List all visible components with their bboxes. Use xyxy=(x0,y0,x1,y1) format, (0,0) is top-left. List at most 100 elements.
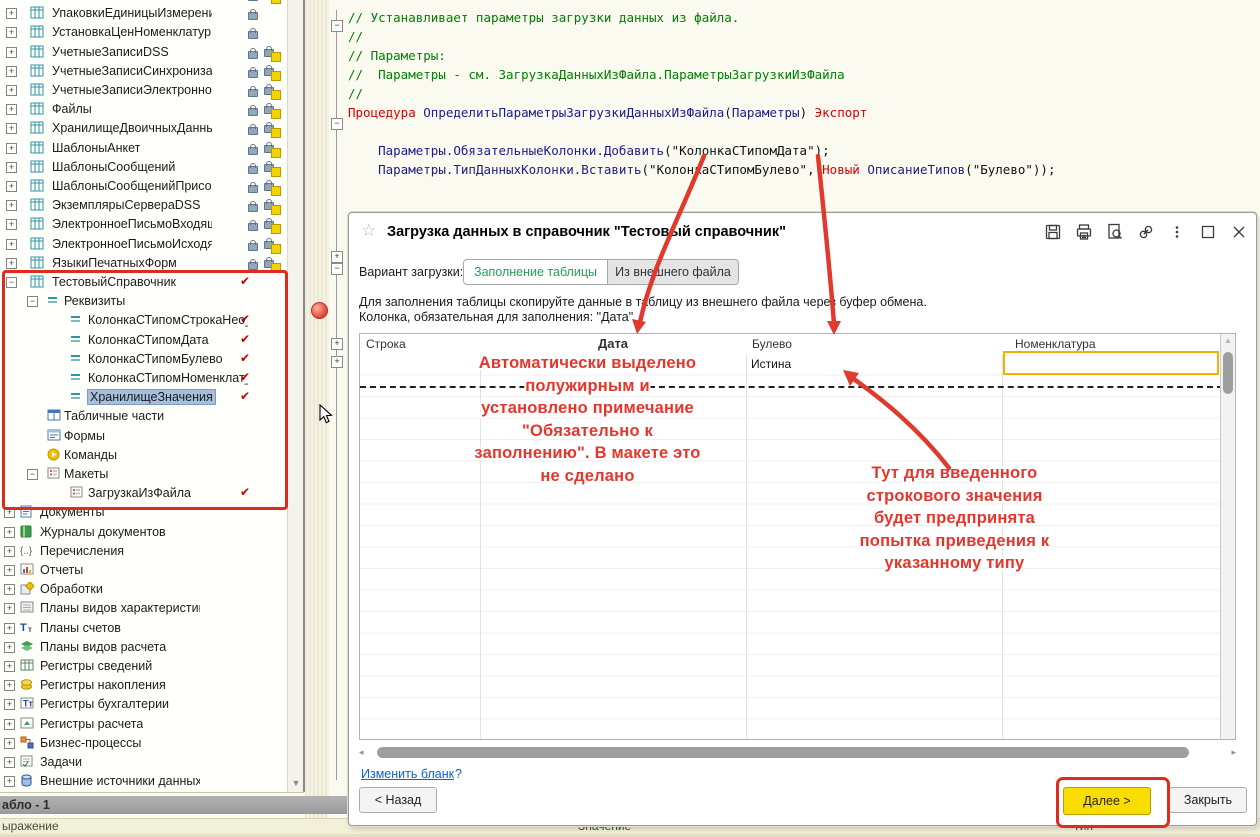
tree-item[interactable]: КолонкаСТипомДата✔ xyxy=(0,331,304,350)
tree-item[interactable]: + ЯзыкиПечатныхФорм xyxy=(0,254,304,273)
tree-item-label[interactable]: Внешние источники данных xyxy=(40,774,200,788)
tree-item-label[interactable]: ЯзыкиПечатныхФорм xyxy=(52,256,177,270)
maximize-icon[interactable] xyxy=(1199,223,1217,241)
tree-item-label[interactable]: ЭкземплярыСервераDSS xyxy=(52,198,201,212)
edit-form-link[interactable]: Изменить бланк xyxy=(361,767,454,781)
tree-item-label[interactable]: УпаковкиЕдиницыИзмерения xyxy=(52,6,212,20)
tree-item-label[interactable]: Обработки xyxy=(40,582,103,596)
tree-item-label[interactable]: Бизнес-процессы xyxy=(40,736,141,750)
expand-icon[interactable]: + xyxy=(6,239,17,250)
code-editor[interactable]: // Устанавливает параметры загрузки данн… xyxy=(345,0,1260,212)
tree-item-label[interactable]: Регистры накопления xyxy=(40,678,166,692)
tree-item[interactable]: +УчетныеЗаписиСинхронизацииФа_ xyxy=(0,62,304,81)
fold-collapse-icon[interactable]: − xyxy=(331,118,343,130)
tree-item-label[interactable]: Регистры сведений xyxy=(40,659,152,673)
tree-item-label[interactable]: ТестовыйСправочник xyxy=(52,275,176,289)
tree-item[interactable]: +Задачи xyxy=(0,753,304,772)
tree-scrollbar[interactable]: ▼ xyxy=(287,0,304,792)
tree-item-label[interactable]: Макеты xyxy=(64,467,108,481)
expand-icon[interactable]: + xyxy=(6,47,17,58)
tree-item-label[interactable]: УчетныеЗаписиDSS xyxy=(52,45,169,59)
tree-item[interactable]: −ТестовыйСправочник✔ xyxy=(0,273,304,292)
collapse-icon[interactable]: − xyxy=(6,277,17,288)
tree-item[interactable]: ХранилищеЗначения✔ xyxy=(0,388,304,407)
tree-item-label[interactable]: КолонкаСТипомБулево xyxy=(88,352,223,366)
expand-icon[interactable]: + xyxy=(6,258,17,269)
expand-icon[interactable]: + xyxy=(6,123,17,134)
tree-item-label[interactable]: Задачи xyxy=(40,755,82,769)
close-button[interactable]: Закрыть xyxy=(1169,787,1247,813)
tree-item[interactable]: −Реквизиты xyxy=(0,292,304,311)
tree-item-label[interactable]: ХранилищеЗначения xyxy=(88,390,215,404)
tree-item-label[interactable]: ЗагрузкаИзФайла xyxy=(88,486,191,500)
tree-item[interactable]: +Планы видов характеристик xyxy=(0,599,304,618)
help-link[interactable]: ? xyxy=(455,767,462,781)
fold-expand-icon[interactable]: + xyxy=(331,338,343,350)
horizontal-scroll-thumb[interactable] xyxy=(377,747,1189,758)
tree-item[interactable]: +ЭкземплярыСервераDSS xyxy=(0,196,304,215)
scroll-left-icon[interactable]: ◂ xyxy=(359,747,364,758)
tree-item[interactable]: Команды xyxy=(0,446,304,465)
tree-item[interactable]: +Файлы xyxy=(0,100,304,119)
expand-icon[interactable]: + xyxy=(6,104,17,115)
fold-expand-icon[interactable]: + xyxy=(331,356,343,368)
expand-icon[interactable]: + xyxy=(4,623,15,634)
tree-item-label[interactable]: УчетныеЗаписиСинхронизацииФа_ xyxy=(52,64,212,78)
tree-item[interactable]: +{..}Перечисления xyxy=(0,542,304,561)
tree-item-label[interactable]: УчетныеЗаписиЭлектроннойПочты xyxy=(52,83,212,97)
tree-item[interactable]: − Макеты xyxy=(0,465,304,484)
expand-icon[interactable]: + xyxy=(4,527,15,538)
expand-icon[interactable]: + xyxy=(6,8,17,19)
expand-icon[interactable]: + xyxy=(4,642,15,653)
tree-item-label[interactable]: КолонкаСТипомНоменклат_ xyxy=(88,371,248,385)
tree-item[interactable]: +ШаблоныСообщений xyxy=(0,158,304,177)
tree-item[interactable]: + УчетныеЗаписиDSS xyxy=(0,43,304,62)
collapse-icon[interactable]: − xyxy=(27,469,38,480)
tree-item[interactable]: + УпаковкиЕдиницыИзмерения xyxy=(0,4,304,23)
tree-item[interactable]: Формы xyxy=(0,427,304,446)
link-icon[interactable] xyxy=(1137,223,1155,241)
fold-expand-icon[interactable]: + xyxy=(331,251,343,263)
next-button[interactable]: Далее > xyxy=(1063,787,1151,815)
tree-item[interactable]: +Регистры расчета xyxy=(0,715,304,734)
expand-icon[interactable]: + xyxy=(4,546,15,557)
tree-item-label[interactable]: Табличные части xyxy=(64,409,164,423)
fold-collapse-icon[interactable]: − xyxy=(331,20,343,32)
preview-icon[interactable] xyxy=(1106,223,1124,241)
tree-item-label[interactable]: ШаблоныАнкет xyxy=(52,141,140,155)
tree-item-label[interactable]: ШаблоныСообщенийПрисоединенн_ xyxy=(52,179,212,193)
expand-icon[interactable]: + xyxy=(4,776,15,787)
tree-item-label[interactable]: Регистры бухгалтерии xyxy=(40,697,169,711)
save-icon[interactable] xyxy=(1044,223,1062,241)
tree-item-label[interactable]: Планы видов характеристик xyxy=(40,601,200,615)
scroll-up-icon[interactable]: ▲ xyxy=(1221,334,1235,348)
tree-item[interactable]: +ТтРегистры бухгалтерии xyxy=(0,695,304,714)
tree-item[interactable]: +Отчеты xyxy=(0,561,304,580)
tree-item[interactable]: +ЭлектронноеПисьмоВходящееПри_ xyxy=(0,215,304,234)
tree-item[interactable]: +Обработки xyxy=(0,580,304,599)
active-cell[interactable] xyxy=(1003,351,1219,375)
breakpoint-icon[interactable] xyxy=(311,302,328,319)
tree-item[interactable]: + ШаблоныСообщенийПрисоединенн_ xyxy=(0,177,304,196)
tree-item[interactable]: +ШаблоныАнкет xyxy=(0,139,304,158)
expand-icon[interactable]: + xyxy=(6,162,17,173)
tree-item[interactable]: Табличные части xyxy=(0,407,304,426)
tree-item-label[interactable]: Команды xyxy=(64,448,117,462)
expand-icon[interactable]: + xyxy=(4,661,15,672)
tree-item[interactable]: +ЭлектронноеПисьмоИсходящееПр_ xyxy=(0,235,304,254)
vertical-scroll-thumb[interactable] xyxy=(1223,352,1233,394)
scroll-down-icon[interactable]: ▼ xyxy=(288,776,304,790)
print-icon[interactable] xyxy=(1075,223,1093,241)
cell-boolean-value[interactable]: Истина xyxy=(751,357,791,371)
expand-icon[interactable]: + xyxy=(4,507,15,518)
tree-item-label[interactable]: Формы xyxy=(64,429,105,443)
tree-item-label[interactable]: Отчеты xyxy=(40,563,83,577)
expand-icon[interactable]: + xyxy=(4,719,15,730)
tree-item[interactable]: КолонкаСТипомНоменклат_✔ xyxy=(0,369,304,388)
expand-icon[interactable]: + xyxy=(6,181,17,192)
expand-icon[interactable]: + xyxy=(6,219,17,230)
tree-item-label[interactable]: Реквизиты xyxy=(64,294,125,308)
tree-item[interactable]: +ТтПланы счетов xyxy=(0,619,304,638)
tree-item[interactable]: +Планы видов расчета xyxy=(0,638,304,657)
tree-item[interactable]: +Регистры накопления xyxy=(0,676,304,695)
